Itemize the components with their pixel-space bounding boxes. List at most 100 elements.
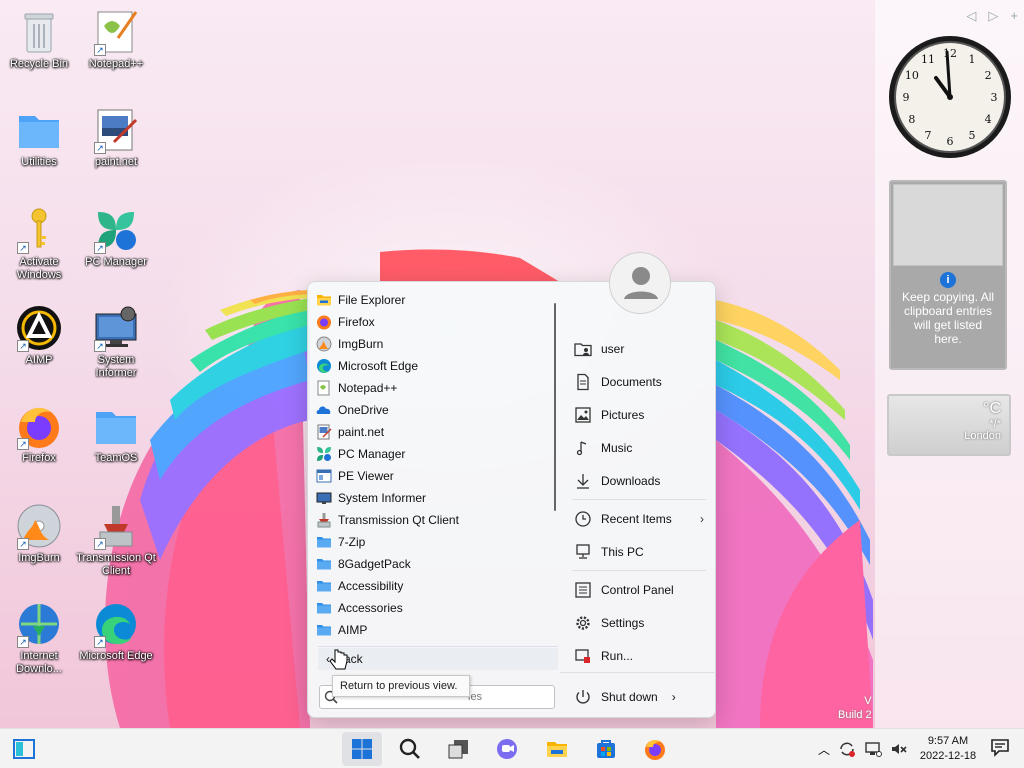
document-icon (574, 373, 592, 391)
desktop-icon-aimp[interactable]: ↗ AIMP (0, 304, 79, 367)
place-item-label: This PC (601, 544, 644, 559)
program-item[interactable]: PC Manager (316, 443, 556, 465)
paintnet-icon (316, 424, 332, 440)
program-item[interactable]: Notepad++ (316, 377, 556, 399)
place-item[interactable]: Settings (570, 606, 710, 639)
clock-gadget[interactable]: 12 1 2 3 4 5 6 7 8 9 10 11 (887, 34, 1013, 160)
clock-numeral: 7 (925, 129, 932, 142)
desktop-icon-paintnet[interactable]: ↗ paint.net (76, 106, 156, 169)
desktop-icon-label: Transmission Qt Client (76, 552, 156, 577)
gear-icon (574, 614, 592, 632)
place-item[interactable]: Run... (570, 639, 710, 672)
shutdown-button[interactable]: Shut down › (570, 682, 710, 712)
chevron-up-icon[interactable]: ︿ (818, 741, 830, 758)
program-item[interactable]: PE Viewer (316, 465, 556, 487)
snap-layouts-button[interactable] (8, 733, 40, 765)
desktop-icon-firefox[interactable]: ↗ Firefox (0, 402, 79, 465)
task-view-button[interactable] (442, 733, 474, 765)
desktop-icon-label: Internet Downlo... (16, 650, 62, 675)
desktop-icon-idm[interactable]: ↗ Internet Downlo... (0, 600, 79, 676)
control-panel-icon (574, 581, 592, 599)
shortcut-arrow-icon: ↗ (17, 538, 29, 550)
place-item-label: Documents (601, 374, 662, 389)
desktop-icon-pc-manager[interactable]: ↗ PC Manager (76, 206, 156, 269)
sync-icon[interactable] (838, 740, 856, 758)
place-item-label: Music (601, 440, 633, 455)
menu-separator (560, 672, 716, 673)
desktop-icon-utilities[interactable]: Utilities (0, 106, 79, 169)
desktop-icon-system-informer[interactable]: ↗ System Informer (76, 304, 156, 380)
program-list-scrollbar[interactable] (554, 303, 556, 511)
place-item[interactable]: Pictures (570, 398, 710, 431)
program-item[interactable]: Accessories (316, 597, 556, 619)
program-item[interactable]: System Informer (316, 487, 556, 509)
weather-gadget[interactable]: °C */* London (887, 394, 1011, 456)
network-icon[interactable] (864, 740, 883, 758)
info-icon: i (940, 272, 956, 288)
start-button[interactable] (342, 732, 382, 766)
notification-center-button[interactable] (990, 737, 1012, 759)
program-item[interactable]: 8GadgetPack (316, 553, 556, 575)
back-button[interactable]: ‹ Back (318, 648, 558, 670)
place-item-label: Control Panel (601, 582, 674, 597)
search-button[interactable] (394, 733, 426, 765)
folder-icon (316, 600, 332, 616)
task-view-icon (448, 740, 468, 759)
teams-chat-button[interactable] (491, 733, 523, 765)
file-explorer-button[interactable] (541, 733, 573, 765)
program-item[interactable]: 7-Zip (316, 531, 556, 553)
program-item[interactable]: Microsoft Edge (316, 355, 556, 377)
desktop-icon-activate-windows[interactable]: ↗ Activate Windows (0, 206, 79, 282)
program-item-label: ImgBurn (338, 337, 384, 351)
program-item[interactable]: ImgBurn (316, 333, 556, 355)
desktop-icon-recycle-bin[interactable]: Recycle Bin (0, 8, 79, 71)
program-item[interactable]: paint.net (316, 421, 556, 443)
desktop-icon-label: TeamOS (94, 452, 138, 464)
firefox-taskbar-button[interactable] (639, 733, 671, 765)
program-list: File Explorer Firefox ImgBurn Microsoft Edg… (316, 289, 556, 641)
program-item[interactable]: Firefox (316, 311, 556, 333)
place-item[interactable]: Documents (570, 365, 710, 398)
next-page-icon[interactable]: ▷ (988, 8, 998, 24)
previous-page-icon[interactable]: ◁ (966, 8, 976, 24)
clipboard-gadget[interactable]: i Keep copying. All clipboard entries wi… (889, 180, 1007, 370)
music-icon (574, 439, 592, 457)
taskbar: ︿ 9:57 AM 2022-12-18 (0, 728, 1024, 768)
place-item[interactable]: Control Panel (570, 573, 710, 606)
program-item[interactable]: Accessibility (316, 575, 556, 597)
build-watermark: V Build 2 (838, 694, 872, 722)
place-item-label: Downloads (601, 473, 661, 488)
place-item[interactable]: This PC (570, 535, 710, 568)
desktop-icon-notepadpp[interactable]: ↗ Notepad++ (76, 8, 156, 71)
volume-muted-icon[interactable] (890, 740, 908, 758)
computer-icon (574, 543, 592, 561)
add-gadget-icon[interactable]: + (1010, 8, 1018, 24)
chevron-right-icon[interactable]: › (672, 690, 676, 704)
program-item[interactable]: File Explorer (316, 289, 556, 311)
desktop-icon-imgburn[interactable]: ↗ ImgBurn (0, 502, 79, 565)
shortcut-arrow-icon: ↗ (17, 242, 29, 254)
firefox-icon: ↗ (15, 402, 63, 450)
program-item-label: PE Viewer (338, 469, 394, 483)
firefox-icon (316, 314, 332, 330)
desktop-icon-teamos[interactable]: TeamOS (76, 402, 156, 465)
place-item[interactable]: Recent Items › (570, 502, 710, 535)
desktop-icon-transmission[interactable]: ↗ Transmission Qt Client (76, 502, 156, 578)
place-item[interactable]: user (570, 332, 710, 365)
clock-numeral: 12 (943, 47, 957, 60)
place-item[interactable]: Music (570, 431, 710, 464)
place-item-label: user (601, 341, 625, 356)
store-button[interactable] (590, 733, 622, 765)
user-avatar[interactable] (609, 252, 671, 314)
program-item-label: Accessibility (338, 579, 404, 593)
folder-icon (316, 534, 332, 550)
taskbar-clock[interactable]: 9:57 AM 2022-12-18 (916, 734, 980, 764)
desktop-icon-edge[interactable]: ↗ Microsoft Edge (76, 600, 156, 663)
program-item[interactable]: AIMP (316, 619, 556, 641)
clock-icon (574, 510, 592, 528)
place-item[interactable]: Downloads (570, 464, 710, 497)
program-item[interactable]: OneDrive (316, 399, 556, 421)
aimp-icon: ↗ (15, 304, 63, 352)
program-item[interactable]: Transmission Qt Client (316, 509, 556, 531)
weather-temperature: °C (983, 400, 1001, 417)
